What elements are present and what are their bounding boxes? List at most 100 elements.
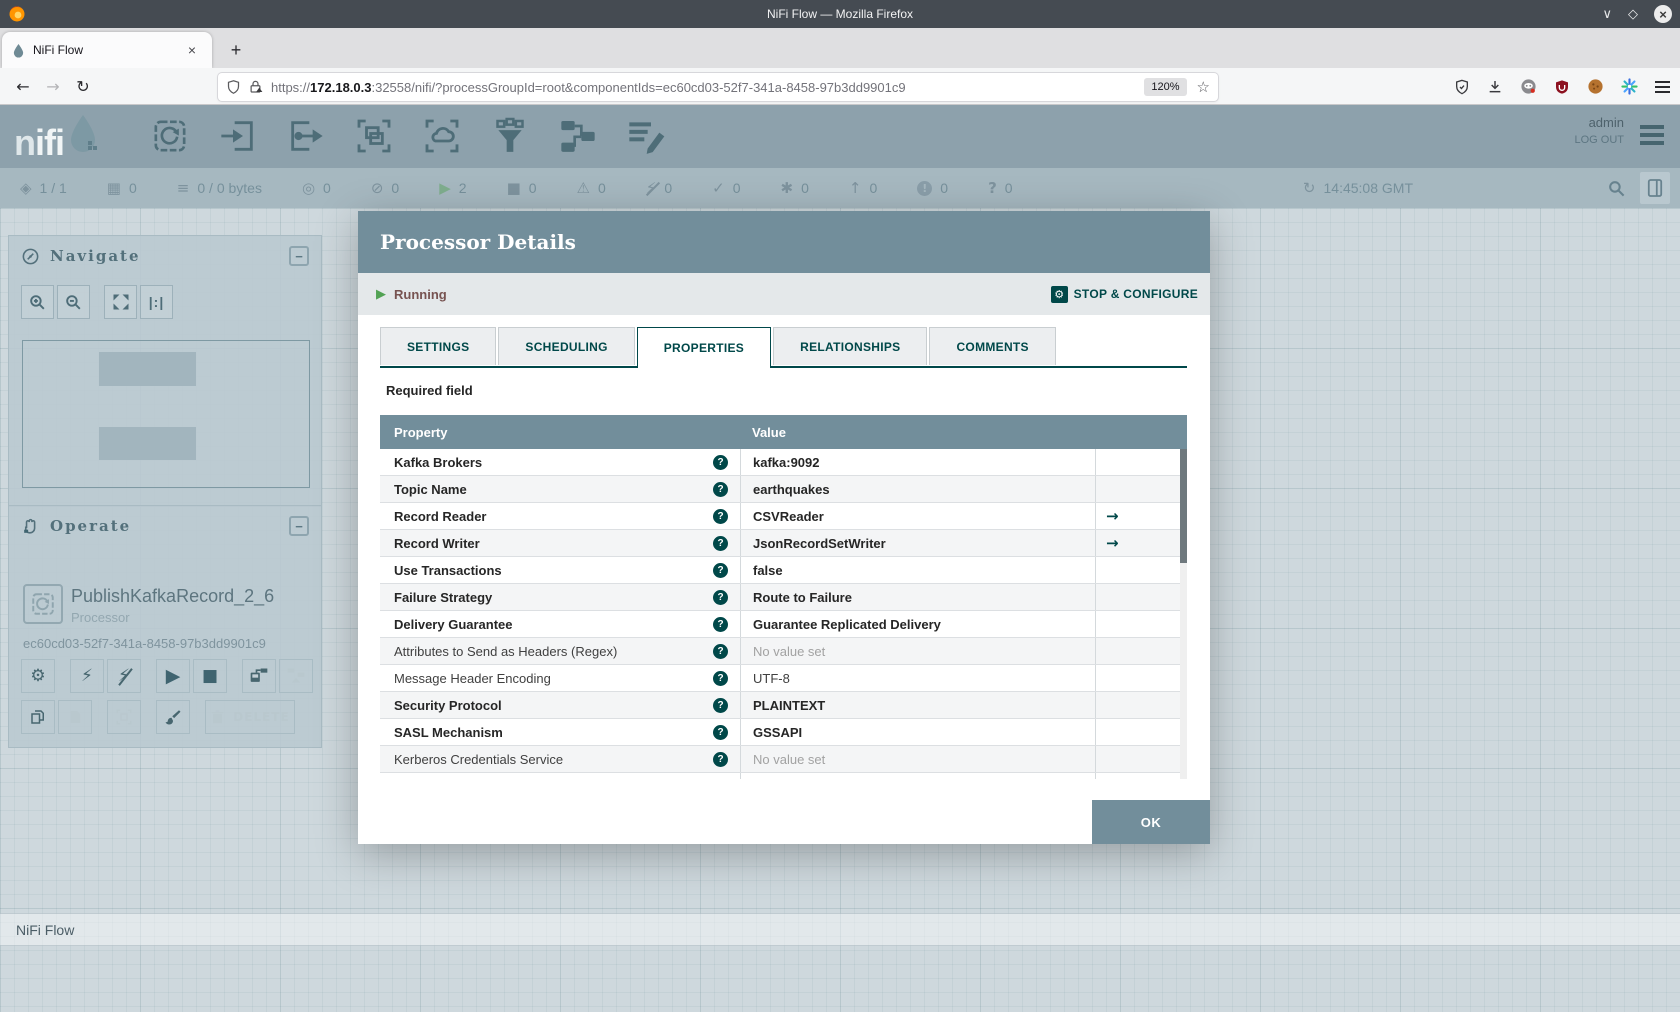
tab-close-icon[interactable]: × bbox=[182, 40, 202, 60]
maximize-icon[interactable]: ◇ bbox=[1628, 8, 1638, 21]
property-row: Topic Name? earthquakes bbox=[380, 476, 1187, 503]
tab-scheduling[interactable]: SCHEDULING bbox=[498, 327, 635, 365]
lock-warning-icon[interactable] bbox=[248, 79, 263, 95]
right-panel-toggle-icon[interactable] bbox=[1640, 172, 1670, 204]
forward-button[interactable]: → bbox=[38, 72, 68, 100]
processor-icon[interactable] bbox=[148, 114, 192, 158]
help-icon[interactable]: ? bbox=[713, 589, 728, 605]
property-row: Attributes to Send as Headers (Regex)? No… bbox=[380, 638, 1187, 665]
tab-comments[interactable]: COMMENTS bbox=[929, 327, 1056, 365]
tracking-shield-icon[interactable] bbox=[226, 79, 241, 95]
refresh-status[interactable]: ↻ 14:45:08 GMT bbox=[1303, 180, 1413, 196]
property-row: Use Transactions? false bbox=[380, 557, 1187, 584]
processor-details-dialog: Processor Details ▶ Running ⚙ STOP & CON… bbox=[358, 211, 1210, 844]
tab-settings[interactable]: SETTINGS bbox=[380, 327, 497, 365]
close-window-icon[interactable]: × bbox=[1654, 5, 1672, 23]
column-header-property: Property bbox=[394, 424, 448, 440]
zoom-out-button[interactable] bbox=[57, 285, 90, 319]
delete-button-disabled: DELETE bbox=[205, 700, 295, 734]
disable-lightning-slash-icon[interactable]: ⚡ bbox=[107, 659, 141, 693]
save-template-icon[interactable] bbox=[242, 659, 276, 693]
help-icon[interactable]: ? bbox=[713, 562, 728, 578]
enable-lightning-icon[interactable]: ⚡ bbox=[70, 659, 104, 693]
help-icon[interactable]: ? bbox=[713, 643, 728, 659]
paste-icon-disabled bbox=[58, 700, 92, 734]
nifi-app: nifi admin LOG OUT ◈ 1 / 1 ▦ 0 ≡ 0 / 0 bytes ◎… bbox=[0, 105, 1680, 1012]
status-item: ◎ 0 bbox=[302, 180, 331, 196]
stop-and-configure-button[interactable]: ⚙ STOP & CONFIGURE bbox=[1050, 273, 1198, 315]
status-item: ✱ 0 bbox=[781, 180, 809, 196]
operate-panel: Operate − PublishKafkaRecord_2_6 Process… bbox=[8, 505, 322, 748]
copy-icon[interactable] bbox=[21, 700, 55, 734]
status-count: 0 bbox=[391, 180, 400, 196]
column-header-value: Value bbox=[752, 424, 786, 440]
help-icon[interactable]: ? bbox=[713, 508, 728, 524]
browser-tab-nifi-flow[interactable]: NiFi Flow × bbox=[2, 32, 212, 68]
collapse-navigate-icon[interactable]: − bbox=[289, 246, 309, 266]
help-icon[interactable]: ? bbox=[713, 616, 728, 632]
tab-properties[interactable]: PROPERTIES bbox=[636, 327, 772, 368]
help-icon[interactable]: ? bbox=[713, 535, 728, 551]
ublock-extension-icon[interactable] bbox=[1554, 79, 1570, 95]
status-count: 0 bbox=[598, 180, 606, 196]
birdseye-minimap[interactable] bbox=[22, 340, 310, 488]
download-icon[interactable] bbox=[1487, 79, 1503, 95]
url-bar[interactable]: https://172.18.0.3:32558/nifi/?processGr… bbox=[218, 73, 1218, 101]
change-color-brush-icon[interactable] bbox=[156, 700, 190, 734]
start-button[interactable]: ▶ bbox=[156, 659, 190, 693]
running-status-label: Running bbox=[394, 286, 447, 302]
breadcrumb[interactable]: NiFi Flow bbox=[16, 922, 74, 938]
help-icon[interactable]: ? bbox=[713, 724, 728, 740]
status-item: ■ 0 bbox=[507, 180, 537, 196]
properties-table: Property Value Kafka Brokers? kafka:9092 T… bbox=[380, 415, 1187, 779]
status-item: ≡ 0 / 0 bytes bbox=[177, 180, 262, 196]
property-row: Record Writer? JsonRecordSetWriter → bbox=[380, 530, 1187, 557]
property-value: Guarantee Replicated Delivery bbox=[753, 616, 941, 632]
zoom-in-button[interactable] bbox=[21, 285, 54, 319]
pinwheel-extension-icon[interactable] bbox=[1621, 78, 1638, 95]
ok-button[interactable]: OK bbox=[1092, 800, 1210, 844]
reload-button[interactable]: ↻ bbox=[68, 72, 98, 100]
nifi-header-toolbar: nifi admin LOG OUT bbox=[0, 105, 1680, 168]
status-count: 0 bbox=[1004, 180, 1013, 196]
collapse-operate-icon[interactable]: − bbox=[289, 516, 309, 536]
selected-component-id: ec60cd03-52f7-341a-8458-97b3dd9901c9 bbox=[23, 636, 266, 651]
component-toolbar bbox=[148, 114, 668, 158]
bookmark-star-icon[interactable]: ☆ bbox=[1197, 78, 1210, 96]
search-icon[interactable] bbox=[1607, 179, 1626, 198]
configure-gear-icon[interactable]: ⚙ bbox=[21, 659, 55, 693]
zoom-fit-button[interactable] bbox=[104, 285, 137, 319]
template-icon[interactable] bbox=[556, 114, 600, 158]
zoom-level-badge[interactable]: 120% bbox=[1144, 78, 1187, 96]
input-port-icon[interactable] bbox=[216, 114, 260, 158]
output-port-icon[interactable] bbox=[284, 114, 328, 158]
zoom-actual-size-button[interactable]: |:| bbox=[140, 285, 173, 319]
browser-menu-icon[interactable] bbox=[1655, 80, 1670, 93]
logout-link[interactable]: LOG OUT bbox=[1574, 134, 1624, 146]
scrollbar-thumb[interactable] bbox=[1180, 449, 1187, 563]
help-icon[interactable]: ? bbox=[713, 481, 728, 497]
navigate-panel-title: Navigate bbox=[50, 247, 141, 265]
remote-process-group-icon[interactable] bbox=[420, 114, 464, 158]
new-tab-button[interactable]: + bbox=[222, 36, 250, 64]
cookie-extension-icon[interactable] bbox=[1587, 78, 1604, 95]
stop-button[interactable]: ■ bbox=[193, 659, 227, 693]
help-icon[interactable]: ? bbox=[713, 751, 728, 767]
help-icon[interactable]: ? bbox=[713, 454, 728, 470]
go-to-service-icon[interactable]: → bbox=[1106, 534, 1119, 552]
go-to-service-icon[interactable]: → bbox=[1106, 507, 1119, 525]
minimize-icon[interactable]: ∨ bbox=[1602, 8, 1612, 21]
tab-title: NiFi Flow bbox=[33, 43, 83, 57]
global-menu-icon[interactable] bbox=[1640, 125, 1664, 145]
container-mask-extension-icon[interactable] bbox=[1520, 78, 1537, 95]
help-icon[interactable]: ? bbox=[713, 670, 728, 686]
tab-relationships[interactable]: RELATIONSHIPS bbox=[773, 327, 928, 365]
funnel-icon[interactable] bbox=[488, 114, 532, 158]
back-button[interactable]: ← bbox=[8, 72, 38, 100]
help-icon[interactable]: ? bbox=[713, 697, 728, 713]
selected-component-name: PublishKafkaRecord_2_6 bbox=[71, 586, 275, 606]
table-scrollbar[interactable] bbox=[1180, 449, 1187, 779]
protections-shield-icon[interactable] bbox=[1454, 79, 1470, 95]
label-icon[interactable] bbox=[624, 114, 668, 158]
process-group-icon[interactable] bbox=[352, 114, 396, 158]
